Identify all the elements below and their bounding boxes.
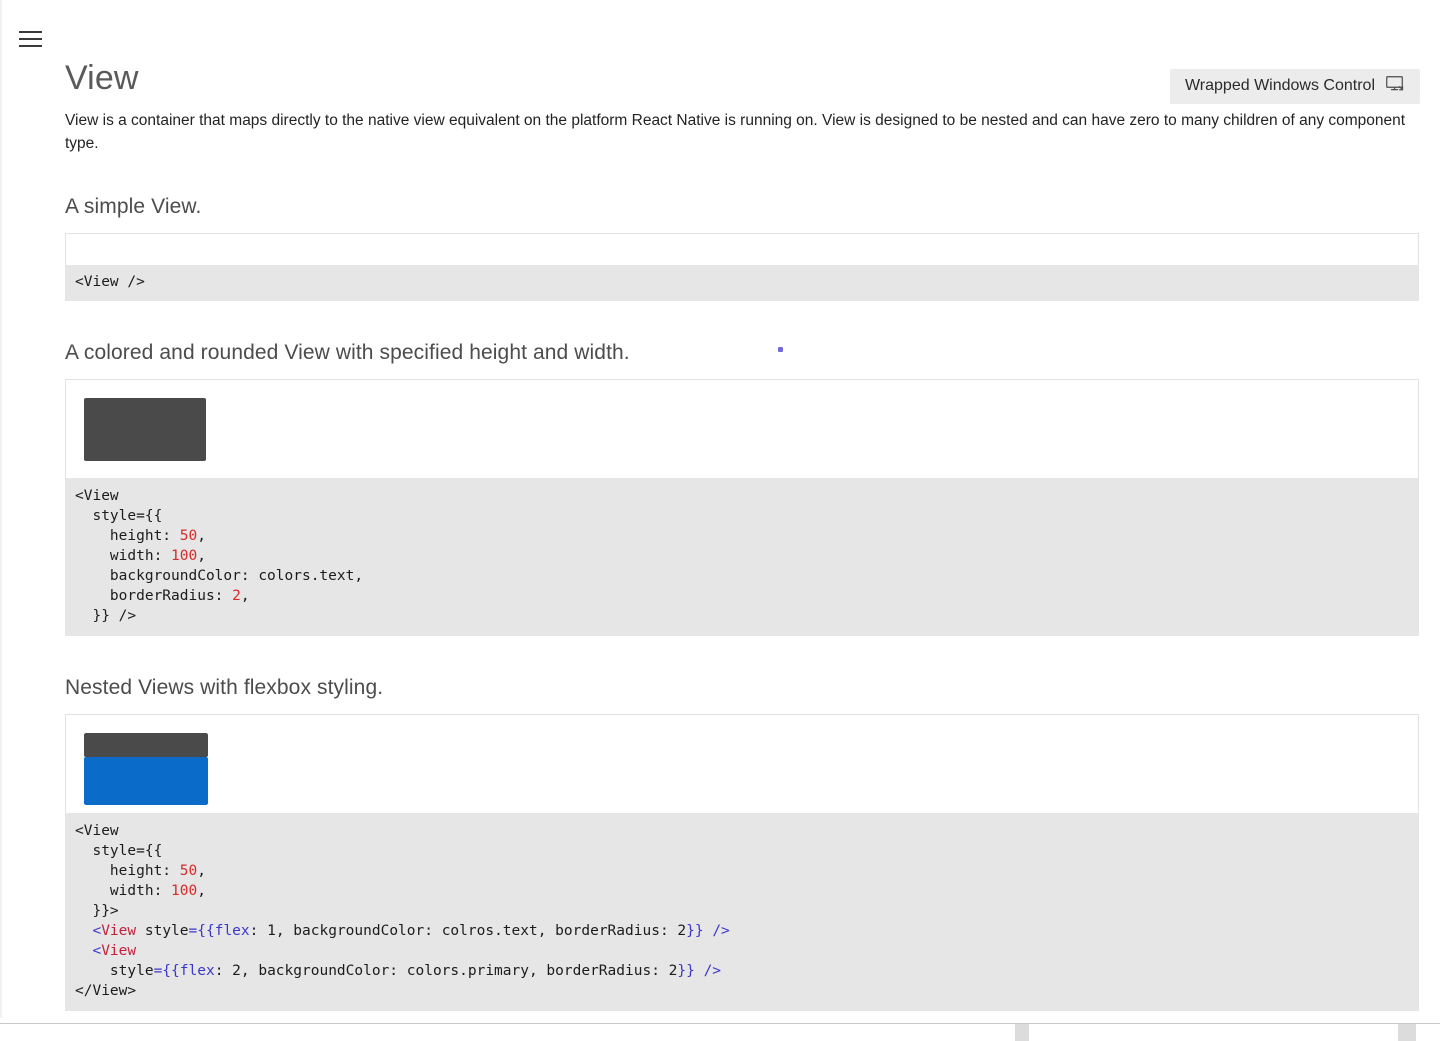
code-line: <View /> <box>75 274 145 290</box>
code-token: 100 <box>171 548 198 564</box>
demo-nested-child-flex1 <box>84 733 208 757</box>
section-heading: A colored and rounded View with specifie… <box>65 341 630 364</box>
code-line: style={{flex: 2, backgroundColor: colors… <box>75 963 721 979</box>
code-token: 2 <box>232 588 241 604</box>
section-heading: Nested Views with flexbox styling. <box>65 676 384 699</box>
code-token: ={{ <box>153 963 180 979</box>
code-line: </View> <box>75 983 136 999</box>
demo-nested-child-flex2 <box>84 757 208 805</box>
example-preview-card <box>65 379 1419 478</box>
code-line: height: 50, <box>75 528 206 544</box>
code-token: , <box>197 883 206 899</box>
code-token: 100 <box>171 883 198 899</box>
example-preview <box>66 715 1418 813</box>
code-token: View <box>101 923 137 939</box>
code-token: : 2, backgroundColor: colors.primary, bo… <box>214 963 678 979</box>
window-bottom-chrome <box>0 1023 1440 1041</box>
code-token: 50 <box>179 528 198 544</box>
code-token: 50 <box>179 863 198 879</box>
code-line: borderRadius: 2, <box>75 588 250 604</box>
hamburger-menu-icon[interactable] <box>19 31 43 51</box>
monitor-icon <box>1386 76 1405 96</box>
code-token: , <box>197 548 206 564</box>
code-token: , <box>240 588 250 604</box>
code-line: width: 100, <box>75 883 206 899</box>
code-token: : 1, backgroundColor: colros.text, borde… <box>249 923 687 939</box>
taskbar-notch-right <box>1398 1024 1416 1041</box>
code-token: flex <box>214 923 250 939</box>
code-token: <View /> <box>75 274 145 290</box>
page-header: View Wrapped Windows Control <box>65 58 1420 110</box>
code-token: View <box>101 943 137 959</box>
app-left-edge <box>0 0 2 1018</box>
code-token: flex <box>179 963 215 979</box>
hamburger-bar-1 <box>19 31 42 33</box>
cursor-artifact <box>778 347 783 352</box>
code-token: width: <box>75 883 172 899</box>
taskbar-notch-left <box>1015 1024 1029 1041</box>
code-line: <View style={{flex: 1, backgroundColor: … <box>75 923 730 939</box>
examples-list: A simple View. <View /> A colored and roun… <box>65 193 1420 1011</box>
code-token: height: <box>75 863 180 879</box>
code-line: height: 50, <box>75 863 206 879</box>
code-line: }} /> <box>75 608 136 624</box>
code-token: height: <box>75 528 180 544</box>
code-token: }} /> <box>677 963 722 979</box>
code-token: width: <box>75 548 172 564</box>
code-block: <View /> <box>65 265 1419 301</box>
hamburger-bar-3 <box>19 45 42 47</box>
code-token: </View> <box>75 983 137 999</box>
code-token: , <box>197 528 206 544</box>
wrapped-windows-control-button[interactable]: Wrapped Windows Control <box>1169 69 1420 104</box>
code-token: < <box>92 943 102 959</box>
code-token: }}> <box>75 903 119 919</box>
section-heading: A simple View. <box>65 195 202 218</box>
code-line: backgroundColor: colors.text, <box>75 568 363 584</box>
demo-view-box <box>84 398 206 461</box>
example-section: Nested Views with flexbox styling. <View … <box>65 674 1420 1011</box>
code-token: <View <box>75 823 119 839</box>
code-block: <View style={{ height: 50, width: 100, b… <box>65 478 1419 636</box>
code-token: < <box>92 923 102 939</box>
code-line: <View <box>75 823 119 839</box>
code-token: backgroundColor: colors.text, <box>75 568 364 584</box>
code-line: <View <box>75 488 119 504</box>
code-token: , <box>197 863 206 879</box>
example-section: A simple View. <View /> <box>65 193 1420 301</box>
code-token: }} /> <box>686 923 730 939</box>
example-preview <box>66 234 1418 265</box>
code-token: <View <box>75 488 119 504</box>
example-section: A colored and rounded View with specifie… <box>65 339 1420 636</box>
code-line: <View <box>75 943 136 959</box>
code-token: }} /> <box>75 608 137 624</box>
code-line: style={{ <box>75 843 162 859</box>
code-line: style={{ <box>75 508 162 524</box>
code-line: width: 100, <box>75 548 206 564</box>
demo-nested-view-stack <box>84 733 208 805</box>
page-content: View Wrapped Windows Control View is a c… <box>65 0 1420 1011</box>
code-line: }}> <box>75 903 119 919</box>
code-token: ={{ <box>188 923 215 939</box>
code-token: style <box>136 923 189 939</box>
example-preview-card <box>65 714 1419 813</box>
code-token: style={{ <box>75 843 163 859</box>
hamburger-bar-2 <box>19 38 42 40</box>
page-description: View is a container that maps directly t… <box>65 112 1406 152</box>
wrapped-windows-control-label: Wrapped Windows Control <box>1184 77 1375 94</box>
example-preview <box>66 380 1418 478</box>
code-token: borderRadius: <box>75 588 233 604</box>
code-block: <View style={{ height: 50, width: 100, }… <box>65 813 1419 1011</box>
code-token: style={{ <box>75 508 163 524</box>
code-token: style <box>75 963 154 979</box>
example-preview-card <box>65 233 1419 265</box>
